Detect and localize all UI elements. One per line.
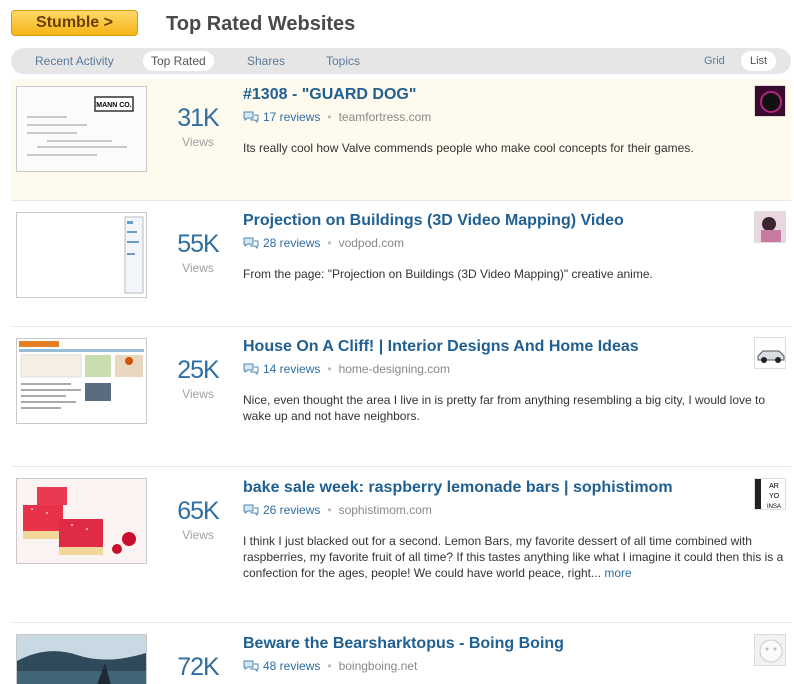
tab-bar: Recent Activity Top Rated Shares Topics … <box>11 48 791 74</box>
item-meta: 26 reviews • sophistimom.com <box>243 503 432 517</box>
divider <box>11 200 791 201</box>
separator-dot: • <box>327 659 332 673</box>
separator-dot: • <box>327 236 332 250</box>
reviews-link[interactable]: 26 reviews <box>263 503 320 517</box>
tab-top-rated[interactable]: Top Rated <box>143 51 214 71</box>
sharer-avatar[interactable]: AR YO INSA <box>754 478 786 510</box>
mann-co-logo-text: MANN CO. <box>96 102 131 109</box>
reviews-link[interactable]: 17 reviews <box>263 110 320 124</box>
divider <box>11 622 791 623</box>
item-title[interactable]: House On A Cliff! | Interior Designs And… <box>243 338 639 356</box>
reviews-link[interactable]: 14 reviews <box>263 362 320 376</box>
sharer-avatar[interactable] <box>754 634 786 666</box>
reviews-icon <box>243 111 259 123</box>
item-description: Its really cool how Valve commends peopl… <box>243 141 694 155</box>
reviews-link[interactable]: 28 reviews <box>263 236 320 250</box>
item-domain: teamfortress.com <box>338 110 432 124</box>
views-label: Views <box>182 528 214 542</box>
separator-dot: • <box>327 503 332 517</box>
item-title[interactable]: Projection on Buildings (3D Video Mappin… <box>243 212 624 230</box>
item-meta: 14 reviews • home-designing.com <box>243 362 450 376</box>
stumble-button[interactable]: Stumble > <box>11 10 138 36</box>
item-meta: 17 reviews • teamfortress.com <box>243 110 431 124</box>
item-domain: vodpod.com <box>338 236 404 250</box>
item-thumbnail[interactable] <box>16 338 147 424</box>
view-count: 72K <box>177 653 219 681</box>
item-thumbnail[interactable] <box>16 634 147 684</box>
item-meta: 48 reviews • boingboing.net <box>243 659 417 673</box>
views-label: Views <box>182 387 214 401</box>
divider <box>11 326 791 327</box>
avatar-text-line: YO <box>769 493 780 500</box>
tab-topics[interactable]: Topics <box>318 51 368 71</box>
item-title[interactable]: Beware the Bearsharktopus - Boing Boing <box>243 635 564 653</box>
page-title: Top Rated Websites <box>166 13 356 35</box>
tab-recent-activity[interactable]: Recent Activity <box>27 51 122 71</box>
view-count: 65K <box>177 497 219 525</box>
item-domain: boingboing.net <box>338 659 418 673</box>
item-thumbnail[interactable]: MANN CO. <box>16 86 147 172</box>
divider <box>11 466 791 467</box>
item-domain: home-designing.com <box>338 362 450 376</box>
views-label: Views <box>182 135 214 149</box>
reviews-icon <box>243 504 259 516</box>
item-title[interactable]: bake sale week: raspberry lemonade bars … <box>243 479 673 497</box>
item-meta: 28 reviews • vodpod.com <box>243 236 404 250</box>
reviews-icon <box>243 237 259 249</box>
sharer-avatar[interactable] <box>754 337 786 369</box>
sharer-avatar[interactable] <box>754 211 786 243</box>
sharer-avatar[interactable] <box>754 85 786 117</box>
view-list-toggle[interactable]: List <box>741 51 777 71</box>
item-domain: sophistimom.com <box>338 503 432 517</box>
item-title[interactable]: #1308 - "GUARD DOG" <box>243 86 416 104</box>
view-count: 55K <box>177 230 219 258</box>
avatar-text-line: AR <box>769 483 779 490</box>
item-description: From the page: "Projection on Buildings … <box>243 267 653 281</box>
reviews-icon <box>243 660 259 672</box>
views-label: Views <box>182 261 214 275</box>
tab-shares[interactable]: Shares <box>239 51 293 71</box>
header: Stumble > Top Rated Websites <box>0 0 794 46</box>
item-thumbnail[interactable] <box>16 212 147 298</box>
view-count: 31K <box>177 104 219 132</box>
more-link[interactable]: more <box>604 566 631 580</box>
item-thumbnail[interactable] <box>16 478 147 564</box>
reviews-icon <box>243 363 259 375</box>
item-description: Nice, even thought the area I live in is… <box>243 393 766 423</box>
avatar-text-line: INSA <box>767 504 781 510</box>
view-grid-toggle[interactable]: Grid <box>696 51 733 71</box>
separator-dot: • <box>327 110 332 124</box>
description-text: I think I just blacked out for a second.… <box>243 534 784 580</box>
item-description: I think I just blacked out for a second.… <box>243 533 789 581</box>
view-count: 25K <box>177 356 219 384</box>
reviews-link[interactable]: 48 reviews <box>263 659 320 673</box>
separator-dot: • <box>327 362 332 376</box>
